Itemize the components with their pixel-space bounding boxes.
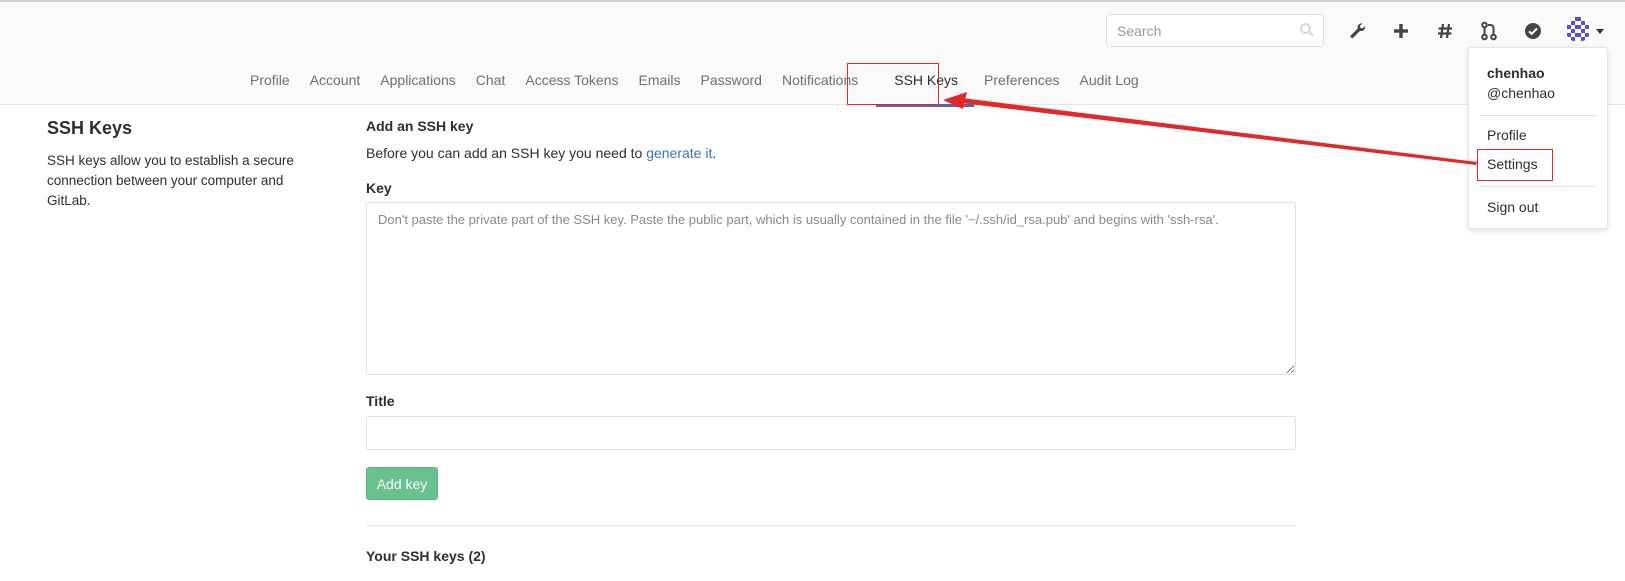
tab-preferences[interactable]: Preferences <box>974 60 1069 107</box>
avatar <box>1565 16 1591 42</box>
user-handle: @chenhao <box>1487 85 1555 101</box>
title-label: Title <box>366 393 395 409</box>
tab-account[interactable]: Account <box>300 60 371 107</box>
section-info: SSH Keys SSH keys allow you to establish… <box>47 118 307 211</box>
intro-suffix: . <box>712 145 717 161</box>
section-description: SSH keys allow you to establish a secure… <box>47 153 294 208</box>
form-heading: Add an SSH key <box>366 118 474 134</box>
menu-divider <box>1479 115 1597 116</box>
top-header: Profile Account Applications Chat Access… <box>0 0 1625 107</box>
wrench-icon[interactable] <box>1347 20 1369 42</box>
settings-tabs: Profile Account Applications Chat Access… <box>240 60 1149 107</box>
tab-notifications[interactable]: Notifications <box>772 60 868 107</box>
chevron-down-icon <box>1596 29 1604 34</box>
search-icon <box>1299 22 1315 41</box>
tab-access-tokens[interactable]: Access Tokens <box>515 60 628 107</box>
plus-icon[interactable] <box>1390 20 1412 42</box>
menu-item-settings[interactable]: Settings <box>1487 156 1538 172</box>
divider <box>366 525 1296 526</box>
your-ssh-keys-heading: Your SSH keys (2) <box>366 548 486 564</box>
title-input[interactable] <box>366 416 1296 450</box>
tab-ssh-keys[interactable]: SSH Keys <box>876 60 975 107</box>
intro-text: Before you can add an SSH key you need t… <box>366 145 716 161</box>
user-name: chenhao <box>1487 65 1545 81</box>
tab-applications[interactable]: Applications <box>370 60 466 107</box>
generate-it-link[interactable]: generate it <box>646 145 712 161</box>
tab-chat[interactable]: Chat <box>466 60 516 107</box>
add-key-button[interactable]: Add key <box>366 467 438 500</box>
check-circle-icon[interactable] <box>1522 20 1544 42</box>
search-input[interactable] <box>1107 15 1297 46</box>
tab-profile[interactable]: Profile <box>240 60 300 107</box>
section-title: SSH Keys <box>47 118 133 138</box>
ssh-key-form: Add an SSH key Before you can add an SSH… <box>366 118 1296 564</box>
tab-emails[interactable]: Emails <box>628 60 690 107</box>
intro-prefix: Before you can add an SSH key you need t… <box>366 145 647 161</box>
key-textarea[interactable] <box>366 202 1296 375</box>
tab-audit-log[interactable]: Audit Log <box>1070 60 1149 107</box>
menu-divider <box>1479 186 1597 187</box>
menu-item-profile[interactable]: Profile <box>1487 127 1527 143</box>
tab-password[interactable]: Password <box>691 60 772 107</box>
menu-item-sign-out[interactable]: Sign out <box>1487 199 1538 215</box>
hash-icon[interactable] <box>1434 20 1456 42</box>
user-dropdown-menu: chenhao @chenhao Profile Settings Sign o… <box>1468 47 1608 229</box>
merge-request-icon[interactable] <box>1478 20 1500 42</box>
search-box[interactable] <box>1106 14 1324 47</box>
user-avatar-toggle[interactable] <box>1565 16 1613 46</box>
key-label: Key <box>366 180 392 196</box>
